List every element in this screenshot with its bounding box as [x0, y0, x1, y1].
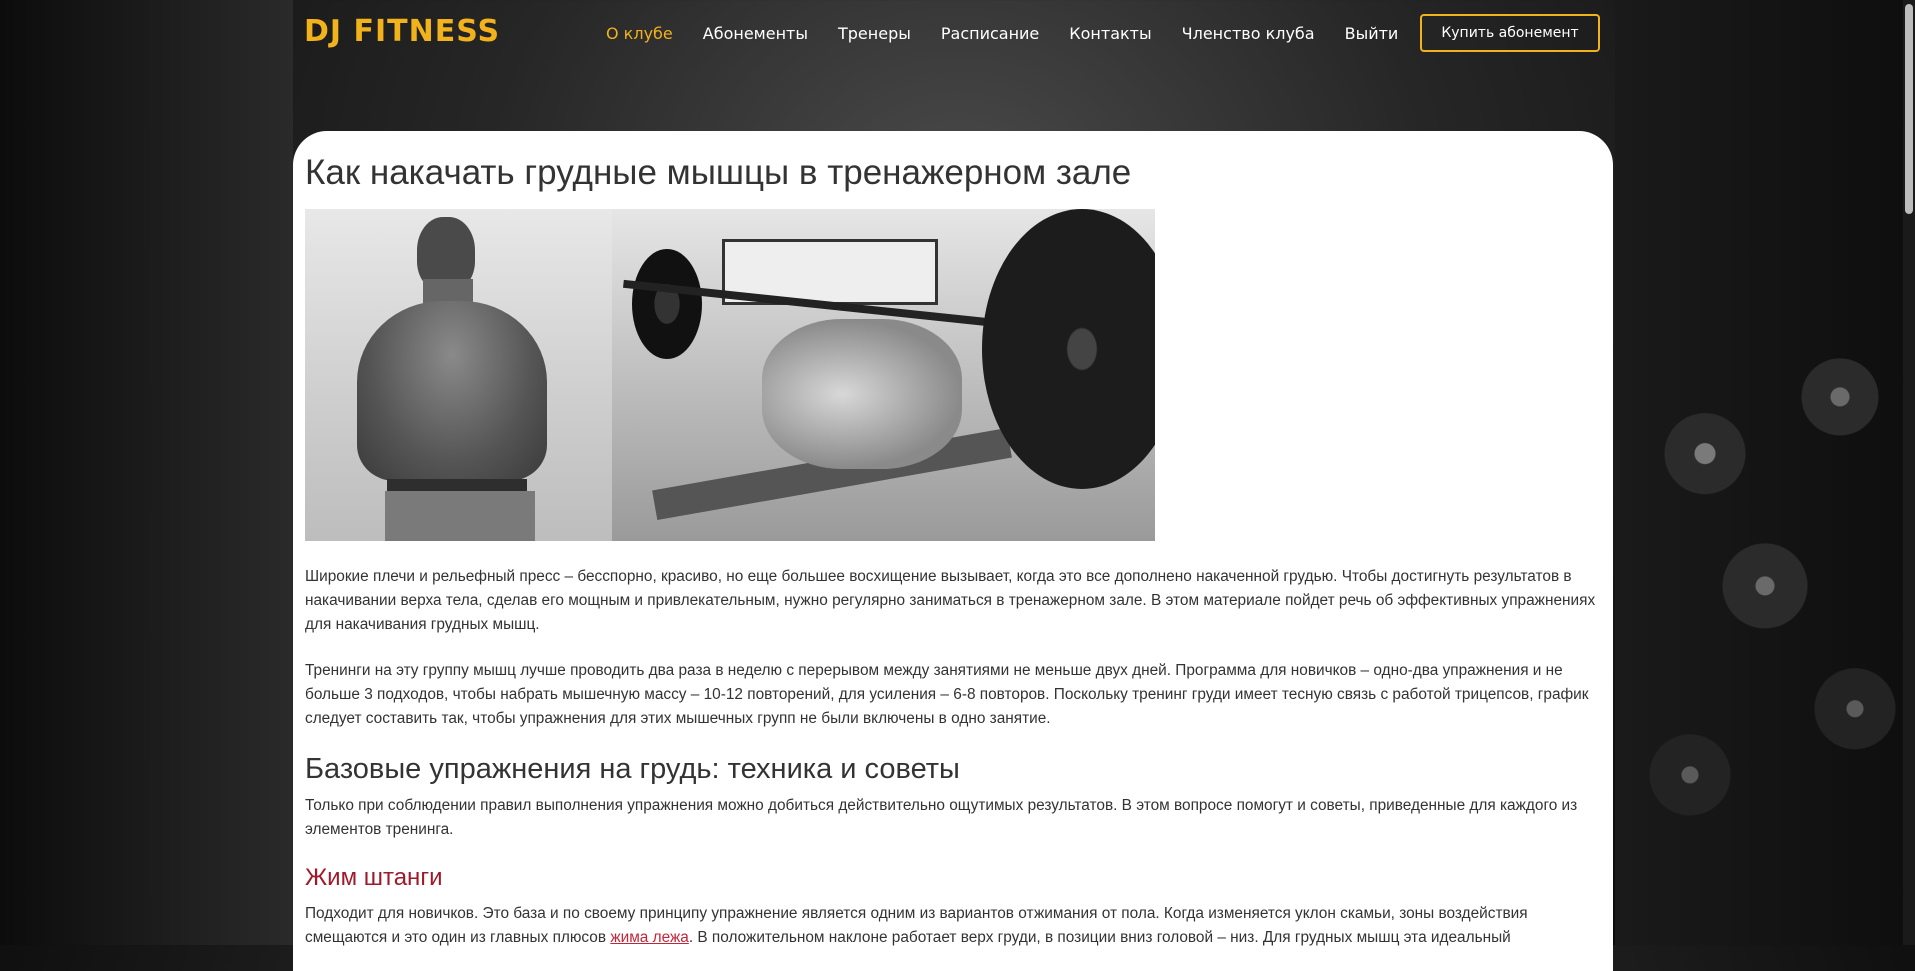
nav-item-subscriptions[interactable]: Абонементы [703, 24, 808, 43]
nav-item-schedule[interactable]: Расписание [941, 24, 1039, 43]
scrollbar-thumb[interactable] [1905, 4, 1913, 214]
bodybuilder-photo [305, 209, 612, 541]
article-paragraph: Подходит для новичков. Это база и по сво… [305, 902, 1601, 950]
article-card: Как накачать грудные мышцы в тренажерном… [293, 131, 1613, 971]
background-left [0, 0, 293, 945]
section-heading: Базовые упражнения на грудь: техника и с… [305, 753, 960, 785]
bench-press-photo [612, 209, 1155, 541]
article-title: Как накачать грудные мышцы в тренажерном… [305, 153, 1132, 192]
buy-subscription-button[interactable]: Купить абонемент [1420, 14, 1600, 52]
site-logo[interactable]: DJ FITNESS [304, 14, 500, 49]
bench-press-link[interactable]: жима лежа [610, 929, 689, 946]
background-right-dumbbells [1615, 0, 1915, 945]
paragraph-text: . В положительном наклоне работает верх … [688, 929, 1511, 946]
top-navigation-bar: DJ FITNESS О клубе Абонементы Тренеры Ра… [0, 0, 1915, 68]
article-paragraph: Тренинги на эту группу мышц лучше провод… [305, 662, 1589, 727]
article-photos [305, 209, 1601, 541]
nav-item-trainers[interactable]: Тренеры [838, 24, 911, 43]
nav-item-logout[interactable]: Выйти [1345, 24, 1399, 43]
subsection-heading: Жим штанги [305, 864, 443, 891]
main-nav: О клубе Абонементы Тренеры Расписание Ко… [606, 24, 1428, 43]
nav-item-contacts[interactable]: Контакты [1069, 24, 1151, 43]
nav-item-about[interactable]: О клубе [606, 24, 673, 43]
section-paragraph: Только при соблюдении правил выполнения … [305, 797, 1578, 838]
nav-item-membership[interactable]: Членство клуба [1182, 24, 1315, 43]
page-scrollbar[interactable] [1903, 0, 1915, 945]
article-paragraph: Широкие плечи и рельефный пресс – бесспо… [305, 568, 1596, 633]
